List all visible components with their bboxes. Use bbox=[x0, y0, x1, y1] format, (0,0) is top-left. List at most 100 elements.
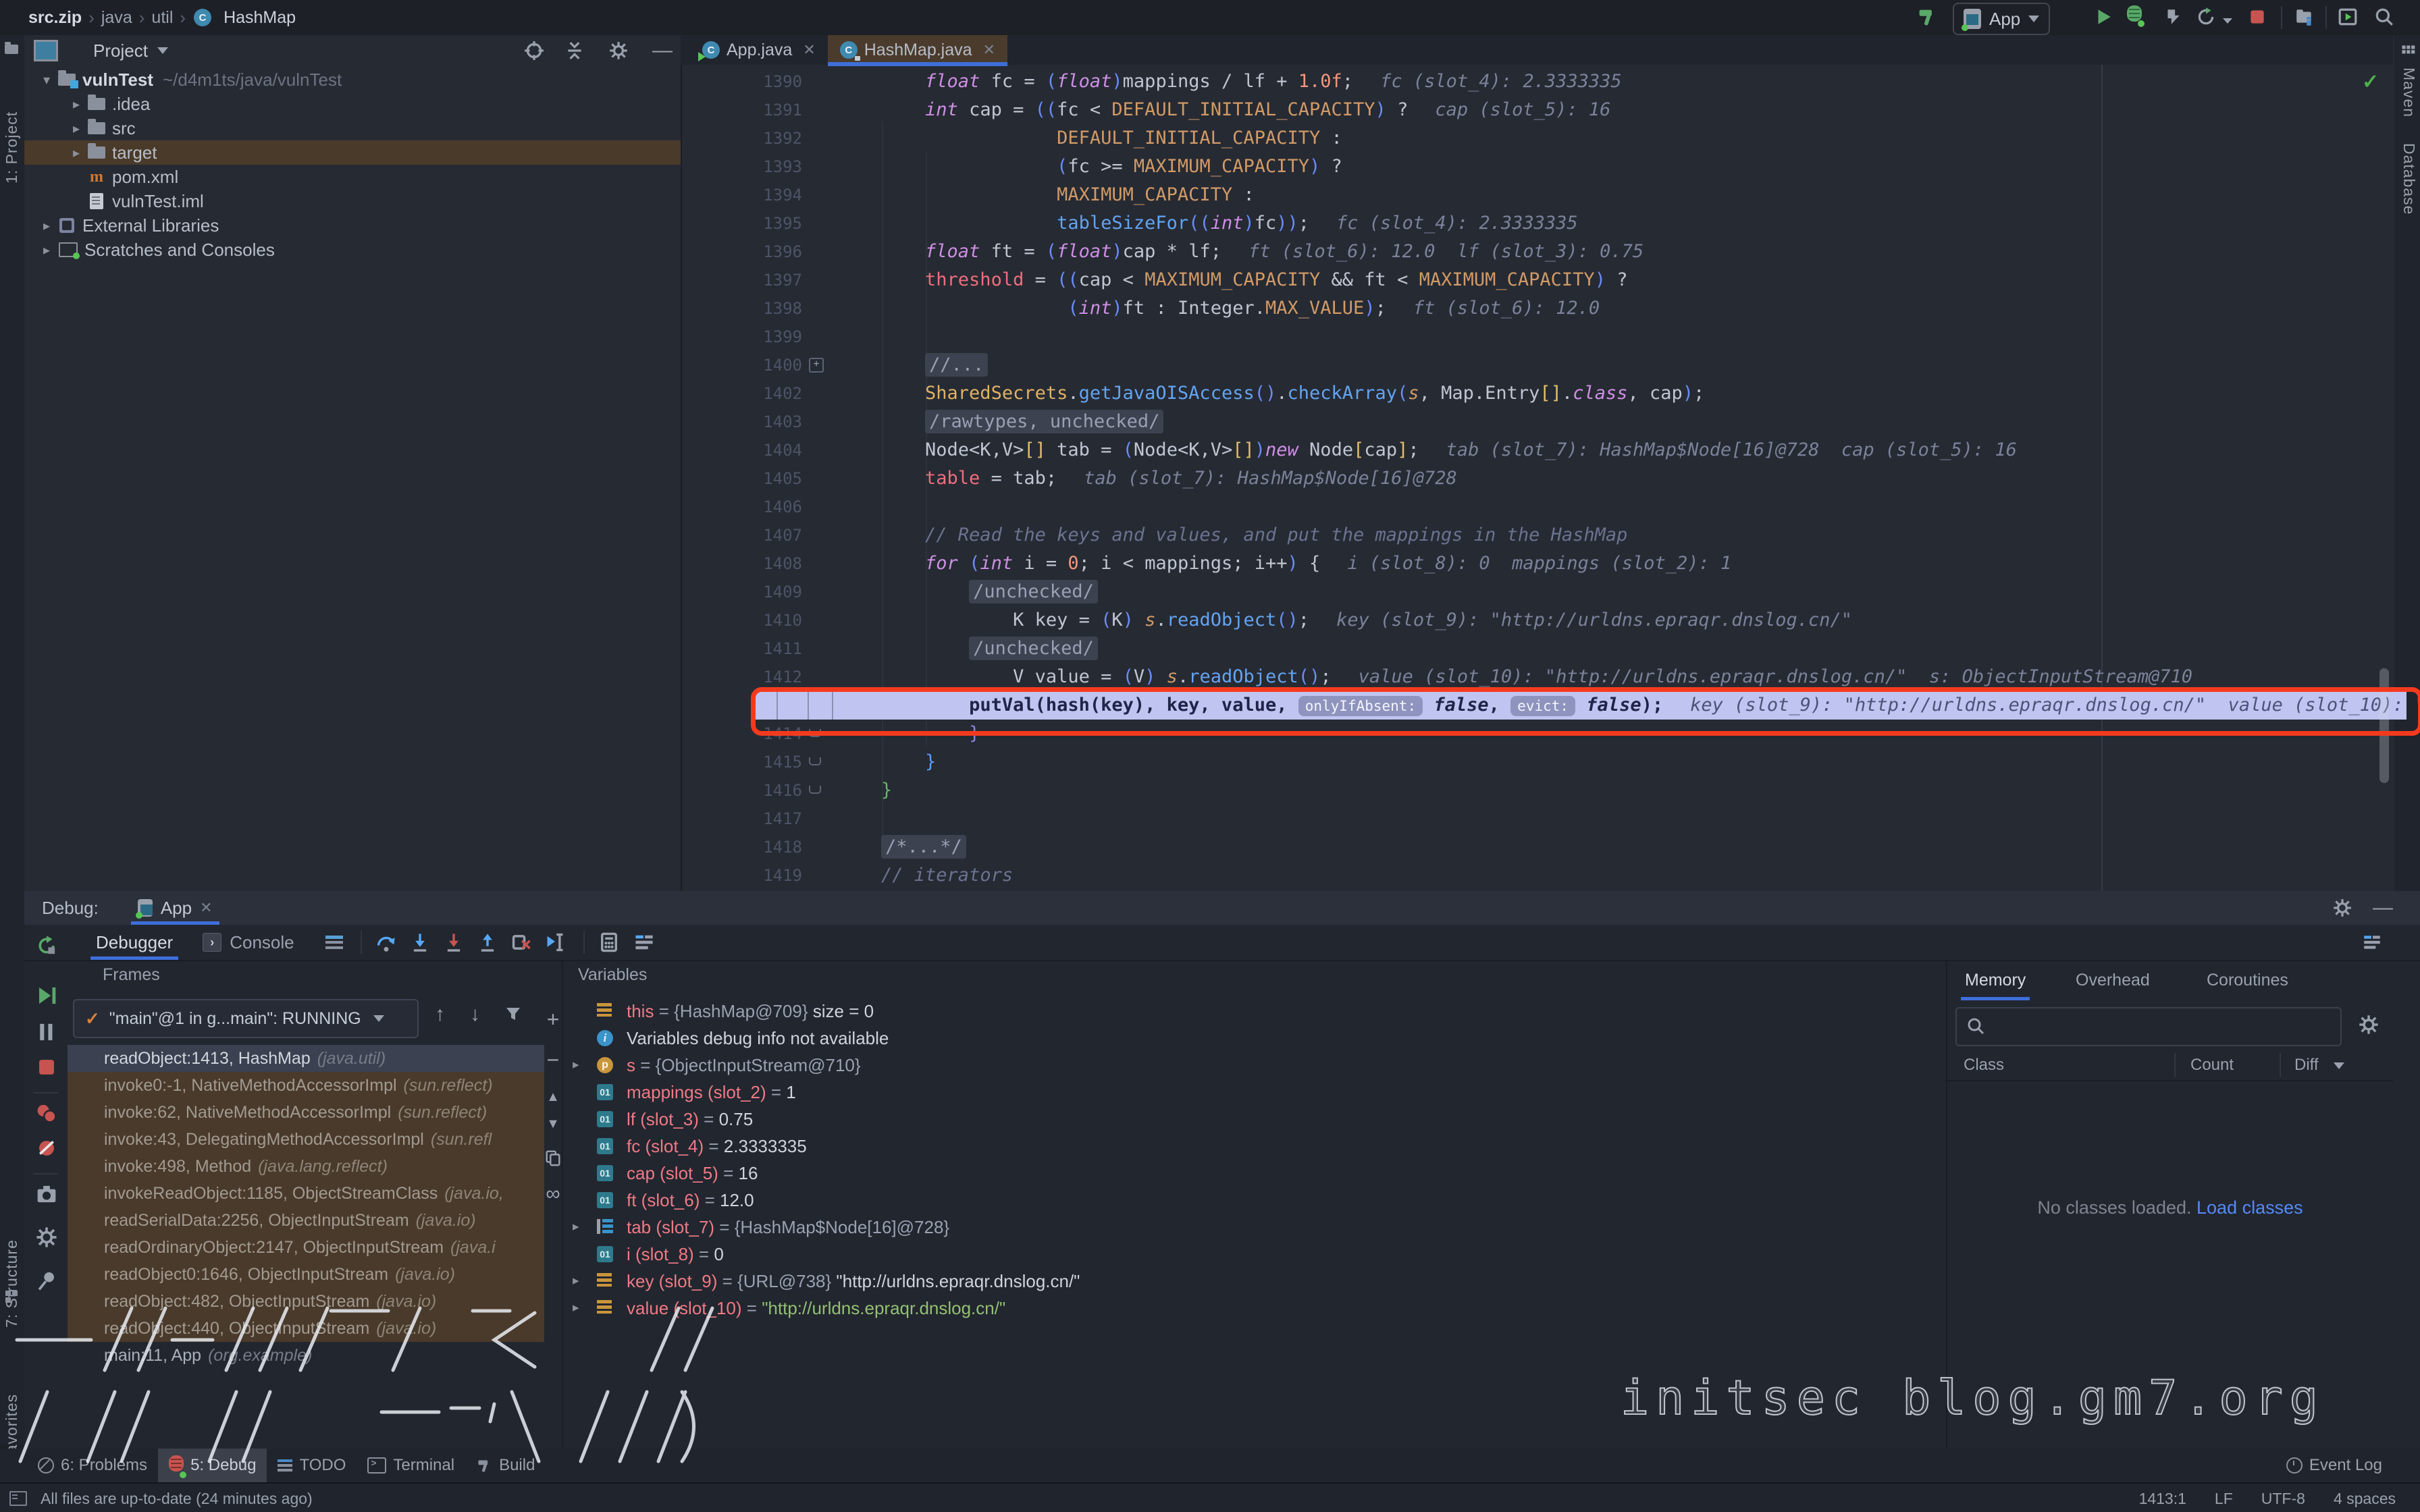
code-line[interactable]: /rawtypes, unchecked/ bbox=[837, 408, 1163, 436]
rerun-icon[interactable] bbox=[35, 934, 58, 957]
step-out-icon[interactable] bbox=[477, 932, 498, 953]
tree-chevron-icon[interactable]: ▸ bbox=[68, 120, 85, 137]
tool-button-project[interactable]: 1: Project bbox=[3, 62, 21, 184]
variable-row[interactable]: ▸ps = {ObjectInputStream@710} bbox=[562, 1052, 1946, 1079]
tree-item-pom-xml[interactable]: mpom.xml bbox=[24, 165, 681, 189]
debug-gear-icon[interactable] bbox=[35, 1226, 58, 1249]
tree-chevron-icon[interactable]: ▸ bbox=[68, 144, 85, 161]
col-count[interactable]: Count bbox=[2190, 1056, 2234, 1075]
memory-search-input[interactable] bbox=[1955, 1007, 2342, 1046]
variable-row[interactable]: 01lf (slot_3) = 0.75 bbox=[562, 1106, 1946, 1133]
gutter-line-number[interactable]: 1391 bbox=[681, 96, 802, 124]
frame-row[interactable]: invoke:62, NativeMethodAccessorImpl(sun.… bbox=[68, 1099, 544, 1126]
tool-button-database[interactable]: Database bbox=[2400, 143, 2418, 215]
frame-row[interactable]: readOrdinaryObject:2147, ObjectInputStre… bbox=[68, 1234, 544, 1261]
tab-coroutines[interactable]: Coroutines bbox=[2207, 960, 2288, 1000]
tree-chevron-icon[interactable]: ▾ bbox=[38, 72, 55, 88]
frame-row[interactable]: invoke0:-1, NativeMethodAccessorImpl(sun… bbox=[68, 1072, 544, 1099]
debug-settings-gear-icon[interactable] bbox=[2332, 898, 2352, 918]
tab-memory[interactable]: Memory bbox=[1965, 960, 2026, 1000]
code-line[interactable]: threshold = ((cap < MAXIMUM_CAPACITY && … bbox=[837, 266, 1627, 294]
run-to-cursor-icon[interactable] bbox=[544, 932, 566, 953]
code-line[interactable]: /*...*/ bbox=[837, 833, 966, 861]
filter-funnel-icon[interactable] bbox=[504, 1004, 523, 1023]
fold-expand-icon[interactable]: + bbox=[809, 358, 824, 373]
gutter-line-number[interactable]: 1416 bbox=[681, 776, 802, 805]
gutter-line-number[interactable]: 1407 bbox=[681, 521, 802, 549]
gutter-line-number[interactable]: 1402 bbox=[681, 379, 802, 408]
code-line[interactable]: MAXIMUM_CAPACITY : bbox=[837, 181, 1255, 209]
run-button[interactable] bbox=[2093, 7, 2113, 27]
view-breakpoints-icon[interactable] bbox=[35, 1102, 58, 1125]
gutter-line-number[interactable]: 1398 bbox=[681, 294, 802, 323]
breadcrumb-item[interactable]: HashMap bbox=[223, 8, 296, 28]
line-separator[interactable]: LF bbox=[2215, 1490, 2233, 1508]
gear-icon[interactable] bbox=[608, 40, 629, 61]
tab-debugger[interactable]: Debugger bbox=[81, 925, 188, 960]
gutter-line-number[interactable]: 1392 bbox=[681, 124, 802, 153]
project-panel-title[interactable]: Project bbox=[93, 40, 148, 61]
gutter-line-number[interactable]: 1408 bbox=[681, 549, 802, 578]
copy-icon[interactable] bbox=[544, 1149, 562, 1166]
frame-row[interactable]: readObject:1413, HashMap(java.util) bbox=[68, 1045, 544, 1072]
code-line[interactable]: // iterators bbox=[837, 861, 1013, 890]
load-classes-link[interactable]: Load classes bbox=[2197, 1197, 2303, 1218]
pause-icon[interactable] bbox=[35, 1021, 58, 1044]
notifications-icon[interactable] bbox=[2400, 43, 2416, 59]
coverage-button[interactable] bbox=[2163, 7, 2184, 27]
stop-process-icon[interactable] bbox=[35, 1056, 58, 1079]
tool-window-button-event-log[interactable]: Event Log bbox=[2276, 1449, 2393, 1482]
gutter-line-number[interactable]: 1393 bbox=[681, 153, 802, 181]
thread-selector[interactable]: ✓ "main"@1 in g...main": RUNNING bbox=[73, 999, 419, 1038]
gutter-line-number[interactable]: 1396 bbox=[681, 238, 802, 266]
gutter-line-number[interactable]: 1403 bbox=[681, 408, 802, 436]
code-line[interactable]: K key = (K) s.readObject();key (slot_9):… bbox=[837, 606, 1852, 634]
fold-marker-icon[interactable] bbox=[809, 757, 821, 765]
evaluate-expression-icon[interactable] bbox=[598, 932, 620, 953]
layout-list-icon[interactable] bbox=[325, 936, 343, 949]
tree-chevron-icon[interactable]: ▸ bbox=[38, 217, 55, 234]
code-line[interactable]: (int)ft : Integer.MAX_VALUE);ft (slot_6)… bbox=[837, 294, 1600, 323]
variable-row[interactable]: ▸value (slot_10) = "http://urldns.epraqr… bbox=[562, 1295, 1946, 1322]
run-anything-icon[interactable] bbox=[2338, 7, 2358, 27]
breadcrumb-item[interactable]: src.zip bbox=[28, 8, 82, 28]
tree-chevron-icon[interactable]: ▸ bbox=[68, 96, 85, 113]
tab-hashmap-java[interactable]: CHashMap.java✕ bbox=[828, 35, 1007, 65]
code-line[interactable]: /unchecked/ bbox=[837, 578, 1098, 606]
gutter-line-number[interactable]: 1405 bbox=[681, 464, 802, 493]
tool-window-switcher-icon[interactable] bbox=[9, 1491, 27, 1506]
gutter-line-number[interactable]: 1394 bbox=[681, 181, 802, 209]
indent-setting[interactable]: 4 spaces bbox=[2334, 1490, 2396, 1508]
code-line[interactable]: } bbox=[837, 748, 936, 776]
gutter-line-number[interactable]: 1400 bbox=[681, 351, 802, 379]
gutter-line-number[interactable]: 1397 bbox=[681, 266, 802, 294]
code-line[interactable]: table = tab;tab (slot_7): HashMap$Node[1… bbox=[837, 464, 1457, 493]
tree-item-vulntest[interactable]: ▾vulnTest ~/d4m1ts/java/vulnTest bbox=[24, 68, 681, 92]
tree-chevron-icon[interactable]: ▸ bbox=[573, 1268, 579, 1295]
tab-overhead[interactable]: Overhead bbox=[2076, 960, 2150, 1000]
hide-debug-panel-icon[interactable]: — bbox=[2373, 896, 2393, 919]
code-line[interactable]: int cap = ((fc < DEFAULT_INITIAL_CAPACIT… bbox=[837, 96, 1610, 124]
run-configuration-selector[interactable]: App bbox=[1953, 3, 2050, 35]
force-step-into-icon[interactable] bbox=[443, 932, 465, 953]
resume-icon[interactable] bbox=[35, 984, 58, 1007]
code-line[interactable]: //... bbox=[837, 351, 988, 379]
tree-chevron-icon[interactable]: ▸ bbox=[573, 1052, 579, 1079]
code-line[interactable]: (fc >= MAXIMUM_CAPACITY) ? bbox=[837, 153, 1342, 181]
debug-button[interactable] bbox=[2127, 5, 2142, 25]
col-class[interactable]: Class bbox=[1964, 1056, 2004, 1075]
chevron-down-icon[interactable] bbox=[157, 47, 168, 54]
variable-row[interactable]: 01i (slot_8) = 0 bbox=[562, 1241, 1946, 1268]
code-line[interactable]: // Read the keys and values, and put the… bbox=[837, 521, 1627, 549]
tree-chevron-icon[interactable]: ▸ bbox=[38, 242, 55, 259]
gutter-line-number[interactable]: 1419 bbox=[681, 861, 802, 890]
file-encoding[interactable]: UTF-8 bbox=[2261, 1490, 2305, 1508]
variable-row[interactable]: 01fc (slot_4) = 2.3333335 bbox=[562, 1133, 1946, 1160]
frame-up-icon[interactable]: ↑ bbox=[435, 1003, 445, 1026]
variable-row[interactable]: 01ft (slot_6) = 12.0 bbox=[562, 1187, 1946, 1214]
tree-item--idea[interactable]: ▸.idea bbox=[24, 92, 681, 116]
gutter-line-number[interactable]: 1417 bbox=[681, 805, 802, 833]
tab-app-java[interactable]: CApp.java✕ bbox=[690, 35, 828, 65]
drop-frame-icon[interactable] bbox=[510, 932, 532, 953]
variable-row[interactable]: ▸key (slot_9) = {URL@738} "http://urldns… bbox=[562, 1268, 1946, 1295]
